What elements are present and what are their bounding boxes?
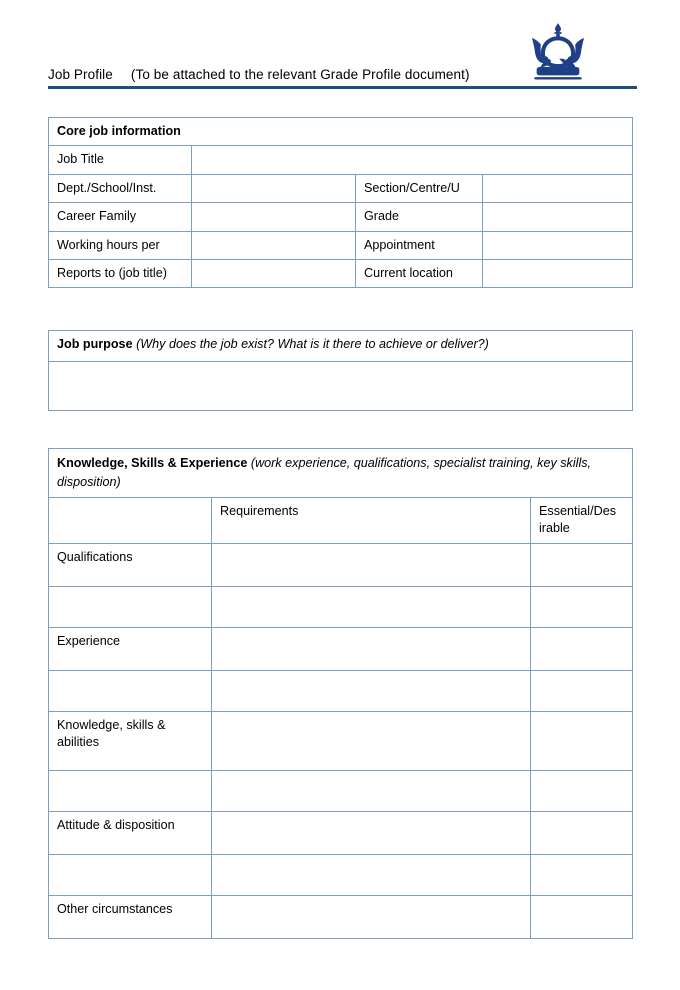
table-row: Dept./School/Inst. Section/Centre/U bbox=[48, 173, 634, 204]
field-job-title[interactable] bbox=[190, 145, 634, 175]
field-dept-school-inst[interactable] bbox=[191, 173, 356, 204]
table-row: Working hours per Appointment bbox=[48, 230, 634, 260]
kse-requirements-qualifications[interactable] bbox=[211, 542, 531, 587]
job-purpose-title: Job purpose bbox=[57, 337, 133, 351]
kse-requirements-attitude-disposition[interactable] bbox=[211, 810, 531, 855]
kse-title: Knowledge, Skills & Experience bbox=[57, 456, 248, 470]
kse-requirements-blank-1[interactable] bbox=[211, 585, 531, 628]
kse-requirements-blank-4[interactable] bbox=[211, 853, 531, 896]
table-row: Knowledge, Skills & Experience (work exp… bbox=[48, 448, 633, 498]
kse-requirements-knowledge-skills-abilities[interactable] bbox=[211, 710, 531, 771]
page-title: Job Profile bbox=[48, 67, 113, 82]
job-purpose-hint: (Why does the job exist? What is it ther… bbox=[136, 337, 489, 351]
kse-column-header-blank bbox=[48, 497, 212, 544]
table-row: Qualifications bbox=[48, 542, 633, 587]
kse-essential-qualifications[interactable] bbox=[530, 542, 633, 587]
table-row bbox=[48, 853, 633, 896]
kse-requirements-experience[interactable] bbox=[211, 626, 531, 671]
field-current-location[interactable] bbox=[481, 258, 634, 289]
table-row: Attitude & disposition bbox=[48, 810, 633, 855]
table-row: Experience bbox=[48, 626, 633, 671]
field-appointment[interactable] bbox=[481, 230, 634, 260]
knowledge-skills-experience-table: Knowledge, Skills & Experience (work exp… bbox=[48, 448, 633, 939]
page-subtitle: (To be attached to the relevant Grade Pr… bbox=[130, 67, 470, 82]
label-working-hours-per: Working hours per bbox=[48, 230, 192, 260]
header-text-row: Job Profile (To be attached to the relev… bbox=[48, 67, 470, 82]
table-row bbox=[48, 669, 633, 712]
kse-header-cell: Knowledge, Skills & Experience (work exp… bbox=[48, 448, 633, 498]
field-section-centre-u[interactable] bbox=[481, 173, 634, 204]
table-row: Job Title bbox=[48, 145, 634, 175]
kse-essential-blank-4[interactable] bbox=[530, 853, 633, 896]
kse-label-qualifications: Qualifications bbox=[48, 542, 212, 587]
kse-requirements-other-circumstances[interactable] bbox=[211, 894, 531, 939]
label-section-centre-u: Section/Centre/U bbox=[355, 173, 483, 204]
table-row: Core job information bbox=[47, 116, 634, 147]
kse-label-knowledge-skills-abilities: Knowledge, skills & abilities bbox=[48, 710, 212, 771]
job-purpose-header-cell: Job purpose (Why does the job exist? Wha… bbox=[48, 330, 633, 362]
kse-column-header-essential-desirable: Essential/Des irable bbox=[530, 497, 633, 544]
kse-label-attitude-disposition: Attitude & disposition bbox=[48, 810, 212, 855]
table-row: Career Family Grade bbox=[48, 202, 634, 232]
kse-label-other-circumstances: Other circumstances bbox=[48, 894, 212, 939]
label-grade: Grade bbox=[355, 202, 483, 232]
field-career-family[interactable] bbox=[191, 202, 356, 232]
kse-essential-attitude-disposition[interactable] bbox=[530, 810, 633, 855]
field-job-purpose[interactable] bbox=[48, 361, 633, 411]
label-current-location: Current location bbox=[355, 258, 483, 289]
kse-label-blank-2[interactable] bbox=[48, 669, 212, 712]
kse-essential-experience[interactable] bbox=[530, 626, 633, 671]
table-row bbox=[48, 585, 633, 628]
field-grade[interactable] bbox=[481, 202, 634, 232]
queen-mary-crown-logo-icon bbox=[522, 22, 594, 86]
kse-essential-blank-2[interactable] bbox=[530, 669, 633, 712]
kse-requirements-blank-3[interactable] bbox=[211, 769, 531, 812]
kse-essential-other-circumstances[interactable] bbox=[530, 894, 633, 939]
kse-essential-blank-1[interactable] bbox=[530, 585, 633, 628]
field-working-hours-per[interactable] bbox=[191, 230, 356, 260]
kse-label-blank-4[interactable] bbox=[48, 853, 212, 896]
table-row: Other circumstances bbox=[48, 894, 633, 939]
kse-label-blank-3[interactable] bbox=[48, 769, 212, 812]
document-header: Job Profile (To be attached to the relev… bbox=[48, 22, 638, 88]
table-row: Knowledge, skills & abilities bbox=[48, 710, 633, 771]
kse-label-experience: Experience bbox=[48, 626, 212, 671]
table-row: Job purpose (Why does the job exist? Wha… bbox=[48, 330, 633, 362]
core-job-information-table: Core job information Job Title Dept./Sch… bbox=[47, 116, 634, 289]
table-row: Reports to (job title) Current location bbox=[48, 258, 634, 289]
label-job-title: Job Title bbox=[48, 145, 192, 175]
label-appointment: Appointment bbox=[355, 230, 483, 260]
field-reports-to[interactable] bbox=[191, 258, 356, 289]
label-dept-school-inst: Dept./School/Inst. bbox=[48, 173, 192, 204]
kse-requirements-blank-2[interactable] bbox=[211, 669, 531, 712]
label-career-family: Career Family bbox=[48, 202, 192, 232]
table-row: Requirements Essential/Des irable bbox=[48, 497, 633, 544]
kse-essential-knowledge-skills-abilities[interactable] bbox=[530, 710, 633, 771]
kse-column-header-requirements: Requirements bbox=[211, 497, 531, 544]
document-page: Job Profile (To be attached to the relev… bbox=[0, 0, 680, 990]
table-row bbox=[48, 361, 633, 411]
label-reports-to: Reports to (job title) bbox=[48, 258, 192, 289]
header-divider-rule bbox=[48, 86, 637, 89]
table-row bbox=[48, 769, 633, 812]
kse-essential-blank-3[interactable] bbox=[530, 769, 633, 812]
core-section-title: Core job information bbox=[47, 116, 634, 147]
job-purpose-table: Job purpose (Why does the job exist? Wha… bbox=[48, 330, 633, 411]
kse-label-blank-1[interactable] bbox=[48, 585, 212, 628]
